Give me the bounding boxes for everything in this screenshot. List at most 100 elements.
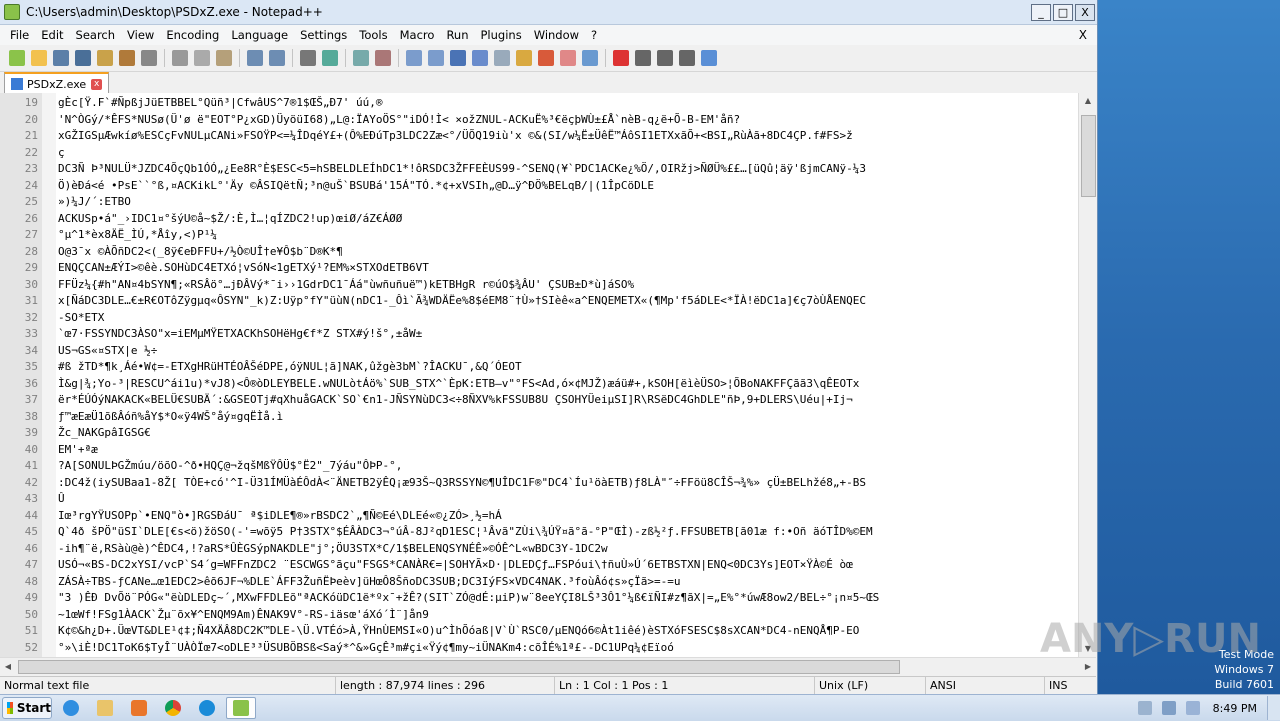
record-macro-icon[interactable] — [613, 50, 629, 66]
play-macro-icon[interactable] — [657, 50, 673, 66]
editor-line: 32 -SO*ETX — [0, 310, 1078, 327]
taskbar-explorer[interactable] — [90, 697, 120, 719]
show-desktop-button[interactable] — [1267, 696, 1280, 720]
editor-line: 52 °»\iÈ!DC1ToK6$TyÎ¨UÀÒÏœ7<oDLE³³ÜSUBÖBS… — [0, 640, 1078, 657]
line-text: DC3Ñ Þ³NULÜ*JZDC4ÕçQb1ÓÓ„¿Ee8R°È$ESC<5=h… — [58, 162, 866, 175]
document-close-button[interactable]: X — [1079, 28, 1087, 42]
editor-line: 45 Q`4ð šPÖ"üSI`DLE[€s<ö)žöSO(-'=wõÿ5 P†3… — [0, 524, 1078, 541]
menu-window[interactable]: Window — [528, 28, 585, 42]
show-all-chars-icon[interactable] — [472, 50, 488, 66]
status-position: Ln : 1 Col : 1 Pos : 1 — [554, 677, 668, 695]
undo-icon[interactable] — [247, 50, 263, 66]
redo-icon[interactable] — [269, 50, 285, 66]
editor-line: 23 DC3Ñ Þ³NULÜ*JZDC4ÕçQb1ÓÓ„¿Ee8R°È$ESC<5… — [0, 161, 1078, 178]
find-icon[interactable] — [300, 50, 316, 66]
open-file-icon[interactable] — [31, 50, 47, 66]
zoom-out-icon[interactable] — [375, 50, 391, 66]
line-text: ENQÇCAN±ÆÝI>©êè.SOHùDC4ETXó¦vSóN<1gETXý¹… — [58, 261, 429, 274]
zoom-in-icon[interactable] — [353, 50, 369, 66]
line-number: 43 — [24, 492, 38, 505]
editor-line: 44 Iœ³rgYŸUSOPp`•ENQ"ò•]RGSÐáU¯ ª$iDLE¶®»… — [0, 508, 1078, 525]
toolbar-separator — [605, 49, 606, 67]
cut-icon[interactable] — [172, 50, 188, 66]
editor-line: 46 -ih¶¨ë,RSàù@è)^ÊDC4,!?aRS*ÛÈGSýpNAKDLE… — [0, 541, 1078, 558]
new-file-icon[interactable] — [9, 50, 25, 66]
sync-vertical-icon[interactable] — [406, 50, 422, 66]
line-number: 26 — [24, 211, 38, 225]
word-wrap-icon[interactable] — [450, 50, 466, 66]
close-all-icon[interactable] — [119, 50, 135, 66]
line-number: 24 — [24, 178, 38, 192]
line-text: 'N^ÒGý/*ÊFS*NUSø(Ü'ø ë"EOT°P¿xGD)ÜyöüI68… — [58, 112, 741, 126]
user-language-icon[interactable] — [516, 50, 532, 66]
menu-help[interactable]: ? — [585, 28, 603, 42]
minimize-button[interactable]: _ — [1031, 3, 1051, 21]
sync-horizontal-icon[interactable] — [428, 50, 444, 66]
scroll-up-icon[interactable]: ▲ — [1079, 93, 1097, 109]
network-icon[interactable] — [1161, 701, 1176, 715]
menu-plugins[interactable]: Plugins — [475, 28, 528, 42]
menu-macro[interactable]: Macro — [394, 28, 441, 42]
taskbar-ie[interactable] — [56, 697, 86, 719]
menu-tools[interactable]: Tools — [353, 28, 393, 42]
start-label: Start — [16, 701, 51, 715]
close-button[interactable]: X — [1075, 3, 1095, 21]
save-icon[interactable] — [53, 50, 69, 66]
replace-icon[interactable] — [322, 50, 338, 66]
menu-edit[interactable]: Edit — [35, 28, 69, 42]
menu-run[interactable]: Run — [440, 28, 474, 42]
editor-line: 48 ZÁSÀ÷TBS-ƒCANe…œ1EDC2>êõ6JF¬%DLE`ÁFF3… — [0, 574, 1078, 591]
scroll-left-icon[interactable]: ◀ — [0, 658, 16, 675]
status-insert-mode: INS — [1044, 677, 1067, 695]
vertical-scrollbar[interactable]: ▲ ▼ — [1078, 93, 1097, 657]
editor-line: 21 xGŽIGSµÆwkíø%ESCçFvNULµCANi»FSOŸP<=¼ÎD… — [0, 128, 1078, 145]
doc-map-icon[interactable] — [538, 50, 554, 66]
menu-file[interactable]: File — [4, 28, 35, 42]
menu-settings[interactable]: Settings — [294, 28, 353, 42]
editor-line: 29 ENQÇCAN±ÆÝI>©êè.SOHùDC4ETXó¦vSóN<1gETX… — [0, 260, 1078, 277]
title-bar[interactable]: C:\Users\admin\Desktop\PSDxZ.exe - Notep… — [0, 0, 1097, 25]
vertical-scroll-thumb[interactable] — [1081, 115, 1096, 197]
status-eol: Unix (LF) — [814, 677, 868, 695]
speaker-icon[interactable] — [1137, 701, 1152, 715]
taskbar-edge[interactable] — [192, 697, 222, 719]
tab-psdxz-exe[interactable]: PSDxZ.exe x — [4, 72, 110, 94]
run-macro-multiple-icon[interactable] — [679, 50, 695, 66]
save-macro-icon[interactable] — [701, 50, 717, 66]
line-text: K¢©&h¿D+.ÜœVT&DLE¹¢‡;Ñ4XÄÂ8DC2K™DLE-\Ü.V… — [58, 624, 860, 637]
monitor-icon[interactable] — [582, 50, 598, 66]
line-text: ~1œWf!FSg1ÀACK`Žµ¨õx¥^ENQM9Am)ÊNAK9V°-RS… — [58, 607, 429, 621]
line-number: 20 — [24, 112, 38, 126]
taskbar-chrome[interactable] — [158, 697, 188, 719]
horizontal-scroll-thumb[interactable] — [18, 660, 900, 674]
stop-macro-icon[interactable] — [635, 50, 651, 66]
copy-icon[interactable] — [194, 50, 210, 66]
tab-close-icon[interactable]: x — [91, 78, 103, 90]
taskbar-notepadpp[interactable] — [226, 697, 256, 719]
file-saved-icon — [11, 78, 23, 90]
clock[interactable]: 8:49 PM — [1213, 702, 1257, 715]
flag-icon[interactable] — [1185, 701, 1200, 715]
indent-guide-icon[interactable] — [494, 50, 510, 66]
editor-area[interactable]: 19 gÈc[Ÿ.F`#ÑpßjJüETBBEL°Qüñ³|CfwâUS^7®1$… — [0, 93, 1078, 657]
horizontal-scrollbar[interactable]: ◀ ▶ — [0, 657, 1096, 675]
taskbar-media[interactable] — [124, 697, 154, 719]
close-file-icon[interactable] — [97, 50, 113, 66]
line-number: 32 — [24, 310, 38, 324]
save-all-icon[interactable] — [75, 50, 91, 66]
print-icon[interactable] — [141, 50, 157, 66]
start-button[interactable]: Start — [2, 697, 52, 719]
line-number: 30 — [24, 277, 38, 291]
paste-icon[interactable] — [216, 50, 232, 66]
editor-line: 33 `œ7·FSSYNDC3ÀSO"x=iEMµMŸETXACKhSOHëHg€… — [0, 326, 1078, 343]
menu-view[interactable]: View — [121, 28, 160, 42]
line-text: »)¼J/´:ETBO — [58, 195, 131, 208]
menu-language[interactable]: Language — [225, 28, 294, 42]
line-number: 35 — [24, 360, 38, 373]
line-text: Q`4ð šPÖ"üSI`DLE[€s<ö)žöSO(-'=wõÿ5 P†3ST… — [58, 525, 873, 538]
line-number: 29 — [24, 261, 38, 274]
menu-search[interactable]: Search — [70, 28, 122, 42]
function-list-icon[interactable] — [560, 50, 576, 66]
maximize-button[interactable]: □ — [1053, 3, 1073, 21]
menu-encoding[interactable]: Encoding — [160, 28, 225, 42]
